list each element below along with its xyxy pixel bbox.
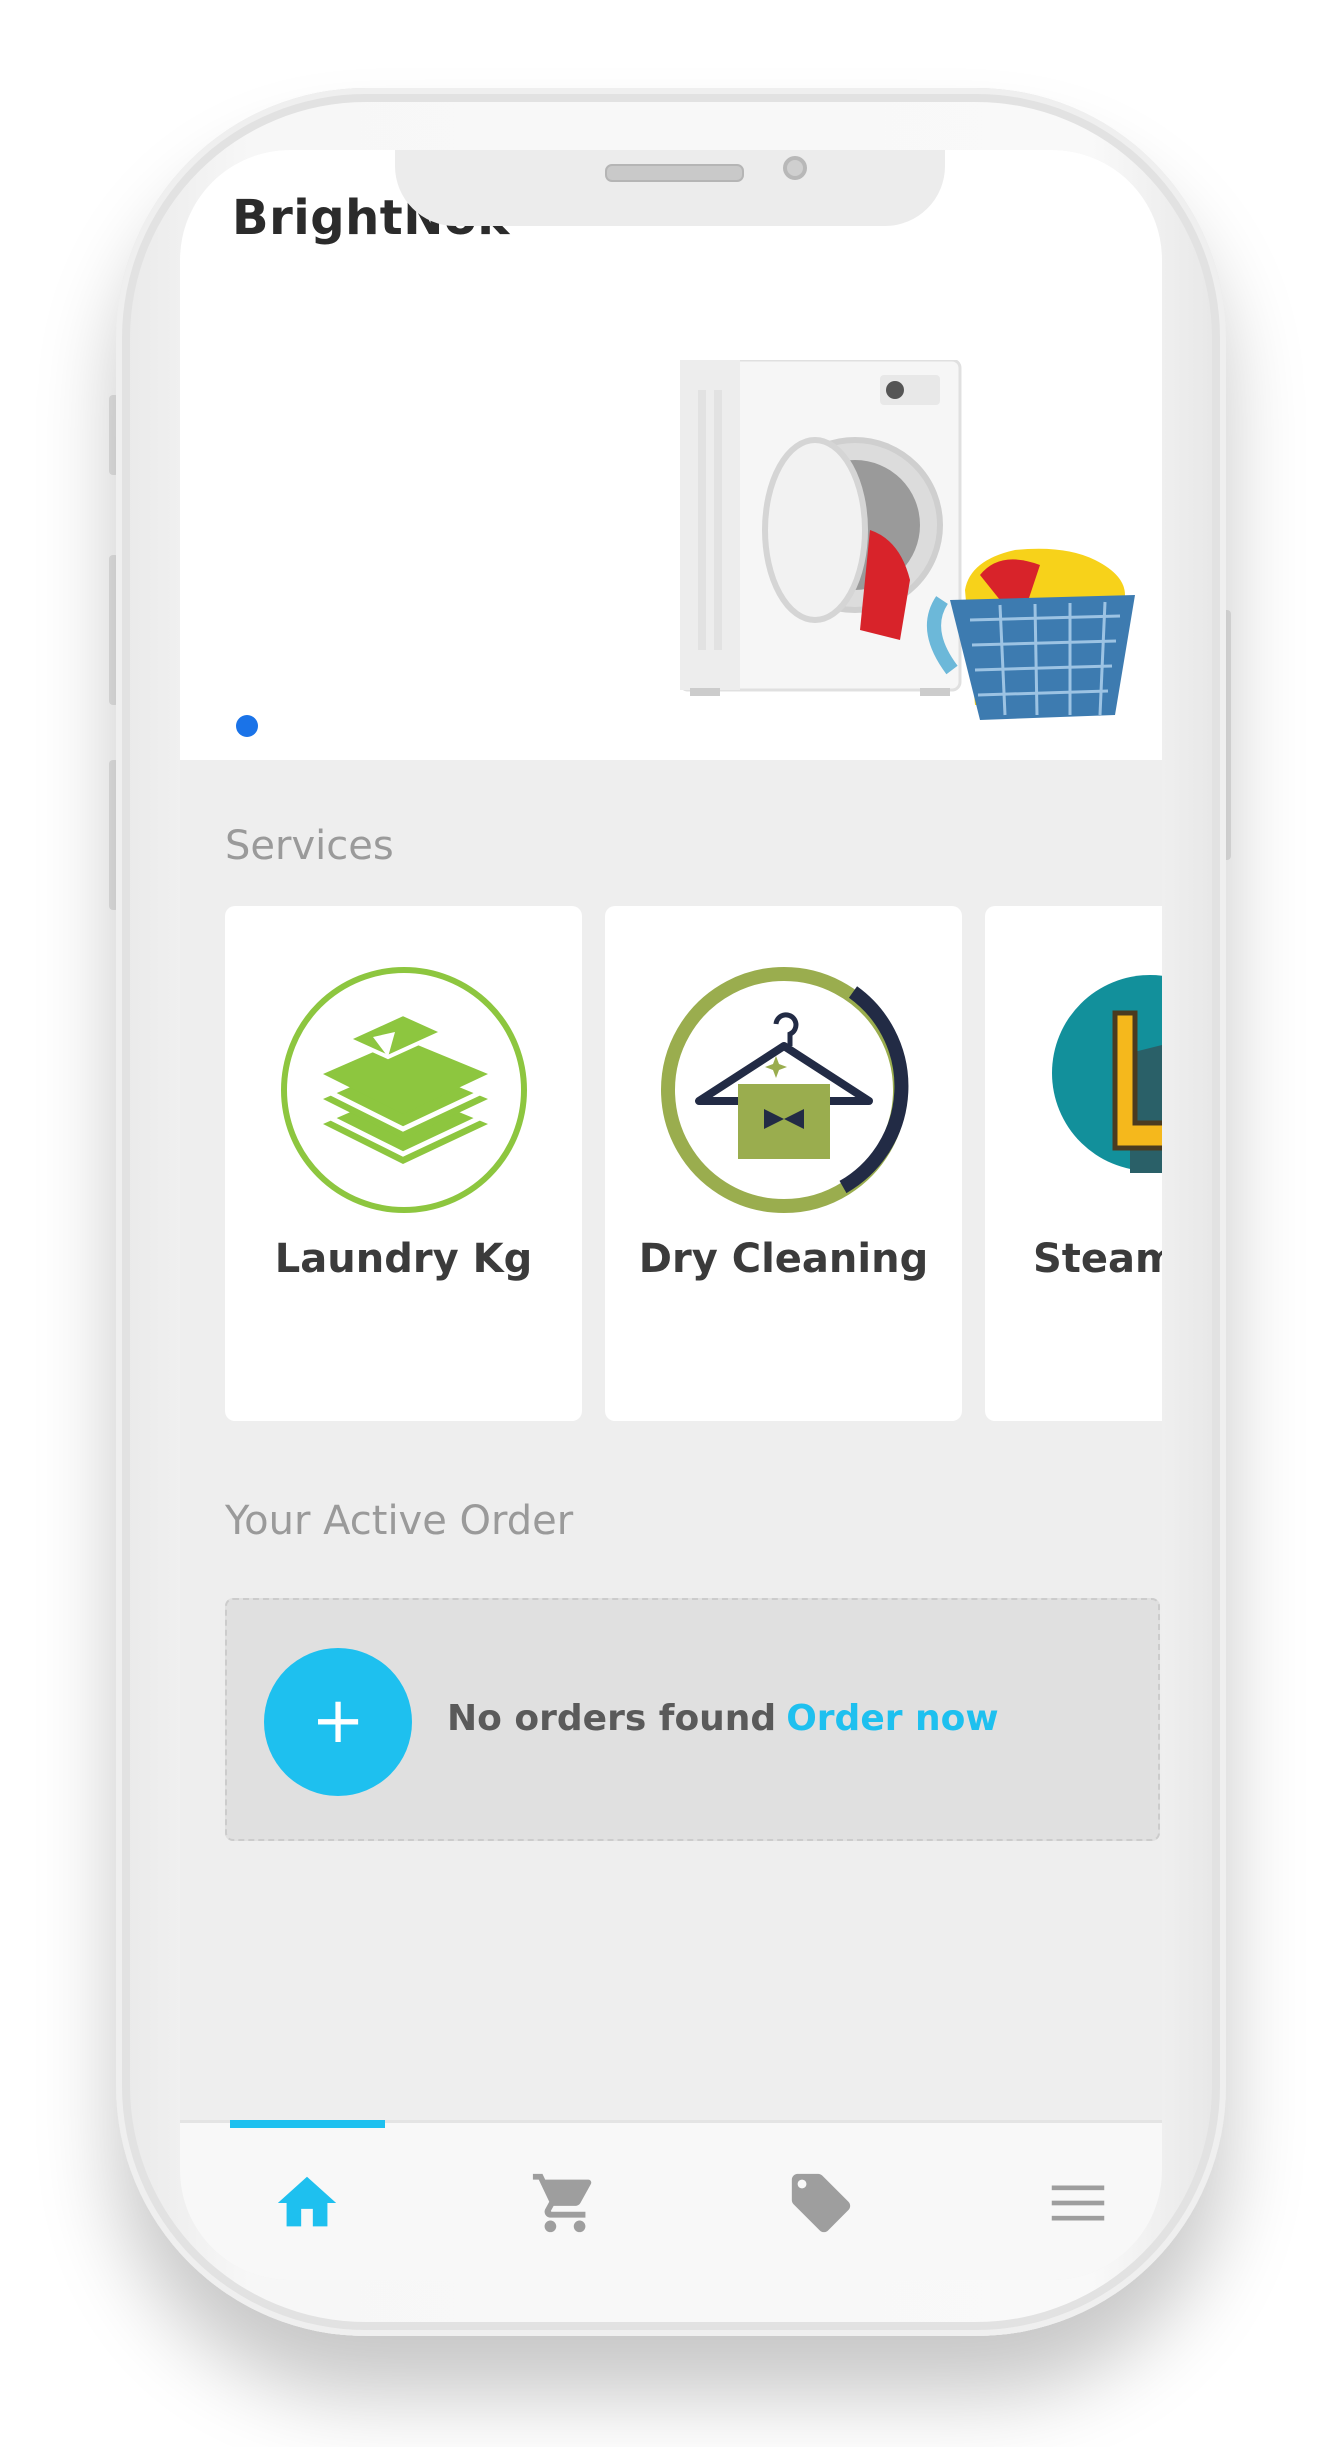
no-orders-text: No orders found [447, 1698, 777, 1739]
service-label: Laundry Kg [274, 1236, 533, 1282]
washing-machine-image [680, 360, 1135, 720]
carousel-dot[interactable] [236, 715, 258, 737]
order-now-link[interactable]: Order now [786, 1698, 998, 1739]
service-card-laundry-kg[interactable]: Laundry Kg [225, 906, 582, 1421]
iron-icon [1052, 975, 1162, 1173]
speaker-grille [605, 164, 744, 182]
home-icon[interactable] [272, 2168, 342, 2238]
bottom-nav [180, 2120, 1162, 2280]
tag-icon[interactable] [786, 2168, 856, 2238]
banner: BrightNok [180, 150, 1162, 760]
phone-screen: BrightNok Services Laundry Kg Dry Cleani… [180, 150, 1162, 2280]
hanger-icon [661, 967, 909, 1213]
phone-notch [395, 150, 945, 226]
active-order-title: Your Active Order [225, 1498, 574, 1544]
service-card-dry-cleaning[interactable]: Dry Cleaning [605, 906, 962, 1421]
service-label: Dry Cleaning [638, 1236, 929, 1282]
order-empty-message: No orders found Order now [447, 1698, 999, 1739]
active-order-box: + No orders found Order now [225, 1598, 1160, 1841]
service-card-steam[interactable]: Steam [985, 906, 1162, 1421]
active-tab-indicator [230, 2120, 385, 2128]
folded-shirts-icon [281, 967, 527, 1213]
menu-icon[interactable] [1043, 2168, 1113, 2238]
plus-icon: + [311, 1684, 365, 1758]
front-camera [783, 156, 807, 180]
add-order-button[interactable]: + [264, 1648, 412, 1796]
services-title: Services [225, 823, 394, 869]
cart-icon[interactable] [530, 2168, 600, 2238]
service-label: Steam [1033, 1236, 1162, 1282]
